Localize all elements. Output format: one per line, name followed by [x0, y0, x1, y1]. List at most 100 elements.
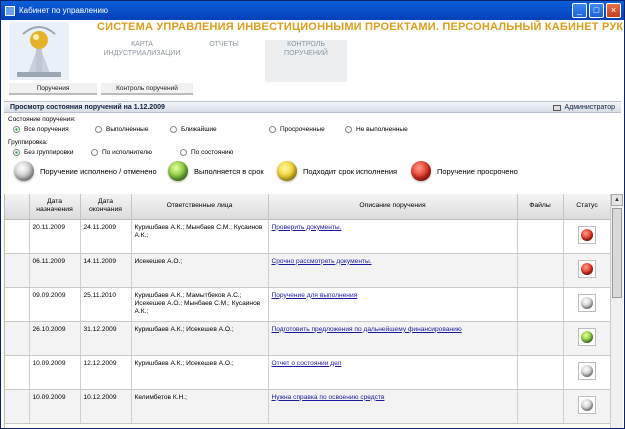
table-row[interactable]: 10.09.2009 12.12.2009 Куришбаев А.К.; Исек…: [5, 355, 610, 390]
header-description[interactable]: Описание поручения: [268, 194, 518, 220]
radio-icon: [13, 149, 20, 156]
header-label-line1: Дата: [46, 198, 63, 206]
description-link[interactable]: Срочно рассмотреть документы.: [272, 258, 372, 265]
table-body: 20.11.2009 24.11.2009 Куришбаев А.К.; Мынб…: [5, 219, 610, 424]
cell-status: [563, 253, 610, 288]
radio-label: Не выполненные: [356, 126, 408, 133]
window-title: Кабинет по управлению: [19, 6, 108, 15]
radio-icon: [91, 149, 98, 156]
sub-tabs: Поручения Контроль поручений: [1, 82, 624, 97]
panel-header: Просмотр состояния поручений на 1.12.200…: [4, 101, 621, 113]
nav-reports[interactable]: ОТЧЕТЫ: [183, 40, 265, 82]
radio-icon: [180, 149, 187, 156]
legend-label: Подходит срок исполнения: [303, 166, 398, 176]
cell-description: Нужна справка по освоению средств: [268, 389, 518, 424]
grouping-group: Без группировки По исполнителю По состоя…: [1, 149, 624, 159]
maximize-button[interactable]: □: [589, 3, 604, 18]
description-link[interactable]: Проверить документы.: [272, 224, 342, 231]
close-button[interactable]: ×: [606, 3, 621, 18]
description-link[interactable]: Поручение для выполнения: [272, 292, 358, 299]
panel-title: Просмотр состояния поручений на 1.12.200…: [10, 104, 165, 111]
vertical-scrollbar[interactable]: ▲: [610, 194, 623, 428]
header-responsible[interactable]: Ответственные лица: [131, 194, 269, 220]
cell-description: Проверить документы.: [268, 219, 518, 254]
status-indicator[interactable]: [578, 259, 596, 278]
table-row[interactable]: 20.11.2009 24.11.2009 Куришбаев А.К.; Мынб…: [5, 219, 610, 254]
nav-assignment-control[interactable]: КОНТРОЛЬ ПОРУЧЕНИЙ: [265, 40, 347, 82]
cell-files: [517, 253, 564, 288]
radio-by-state[interactable]: По состоянию: [180, 149, 233, 156]
description-link[interactable]: Подготовить предложения по дальнейшему ф…: [272, 326, 462, 333]
status-indicator[interactable]: [578, 361, 596, 380]
status-indicator[interactable]: [578, 225, 596, 244]
cell-description: Поручение для выполнения: [268, 287, 518, 322]
minimize-button[interactable]: _: [572, 3, 587, 18]
radio-label: Просроченные: [280, 126, 325, 133]
status-indicator[interactable]: [578, 327, 596, 346]
legend-item: Подходит срок исполнения: [277, 161, 397, 181]
radio-completed[interactable]: Выполненные: [95, 126, 148, 133]
header-files[interactable]: Файлы: [517, 194, 564, 220]
header-label-line1: Дата: [97, 198, 114, 206]
description-link[interactable]: Отчет о состоянии дел: [272, 360, 342, 367]
radio-by-executor[interactable]: По исполнителю: [91, 149, 152, 156]
app-title: СИСТЕМА УПРАВЛЕНИЯ ИНВЕСТИЦИОННЫМИ ПРОЕК…: [97, 21, 624, 33]
green-light-icon: [168, 161, 188, 181]
status-indicator[interactable]: [578, 293, 596, 312]
cell-status: [563, 355, 610, 390]
cell-end-date: 25.11.2010: [80, 287, 132, 322]
nav-label-line1: КОНТРОЛЬ: [287, 41, 325, 48]
header-status[interactable]: Статус: [563, 194, 610, 220]
table-row[interactable]: 26.10.2009 31.12.2009 Куришбаев А.К.; Исек…: [5, 321, 610, 356]
table-row[interactable]: 06.11.2009 14.11.2009 Исекешев А.О.; Срочно…: [5, 253, 610, 288]
cell-end-date: 14.11.2009: [80, 253, 132, 288]
description-link[interactable]: Нужна справка по освоению средств: [272, 394, 385, 401]
grouping-label: Группировка:: [8, 139, 48, 146]
header-end-date[interactable]: Дата окончания: [80, 194, 132, 220]
header-start-date[interactable]: Дата назначения: [29, 194, 81, 220]
green-status-light-icon: [581, 330, 593, 343]
cell-description: Отчет о состоянии дел: [268, 355, 518, 390]
radio-label: Без группировки: [24, 149, 74, 156]
gray-status-light-icon: [581, 364, 593, 377]
cell-status: [563, 219, 610, 254]
row-selector: [5, 287, 30, 322]
nav-label-line1: КАРТА: [131, 41, 153, 48]
cell-files: [517, 287, 564, 322]
scroll-thumb[interactable]: [612, 208, 622, 298]
cell-start-date: 20.11.2009: [29, 219, 81, 254]
cell-status: [563, 389, 610, 424]
cell-start-date: 09.09.2009: [29, 287, 81, 322]
header-label-line2: окончания: [89, 206, 122, 214]
table-row[interactable]: 09.09.2009 25.11.2010 Куришбаев А.К.; Мамы…: [5, 287, 610, 322]
radio-overdue[interactable]: Просроченные: [269, 126, 325, 133]
row-selector: [5, 219, 30, 254]
app-header: СИСТЕМА УПРАВЛЕНИЯ ИНВЕСТИЦИОННЫМИ ПРОЕК…: [1, 20, 624, 82]
nav-label-line1: ОТЧЕТЫ: [209, 41, 239, 48]
radio-not-completed[interactable]: Не выполненные: [345, 126, 408, 133]
table-row[interactable]: 10.09.2009 10.12.2009 Келимбетов К.Н.; Нужн…: [5, 389, 610, 424]
row-selector: [5, 321, 30, 356]
cell-end-date: 31.12.2009: [80, 321, 132, 356]
tab-assignment-control[interactable]: Контроль поручений: [101, 83, 193, 95]
nav-industrialization-map[interactable]: КАРТА ИНДУСТРИАЛИЗАЦИИ: [101, 40, 183, 82]
cell-end-date: 12.12.2009: [80, 355, 132, 390]
radio-label: По исполнителю: [102, 149, 152, 156]
cell-start-date: 10.09.2009: [29, 355, 81, 390]
cell-start-date: 26.10.2009: [29, 321, 81, 356]
assignments-table: Дата назначения Дата окончания Ответственн…: [5, 194, 610, 424]
baiterek-logo-icon: [9, 22, 69, 80]
assignments-table-container: Дата назначения Дата окончания Ответственн…: [4, 194, 610, 428]
scroll-up-icon[interactable]: ▲: [611, 194, 623, 206]
status-indicator[interactable]: [578, 395, 596, 414]
app-icon: [5, 5, 15, 16]
radio-upcoming[interactable]: Ближайшие: [170, 126, 217, 133]
user-info[interactable]: Администратор: [553, 102, 615, 113]
legend-item: Поручение исполнено / отменено: [14, 161, 157, 181]
tab-assignments[interactable]: Поручения: [9, 83, 97, 95]
app-window: Кабинет по управлению _ □ × СИСТЕМА УПРА…: [0, 0, 625, 429]
cell-responsible: Куришбаев А.К.; Исекешев А.О.;: [131, 321, 269, 356]
radio-no-grouping[interactable]: Без группировки: [13, 149, 74, 156]
yellow-light-icon: [277, 161, 297, 181]
radio-all-assignments[interactable]: Все поручения: [13, 126, 69, 133]
